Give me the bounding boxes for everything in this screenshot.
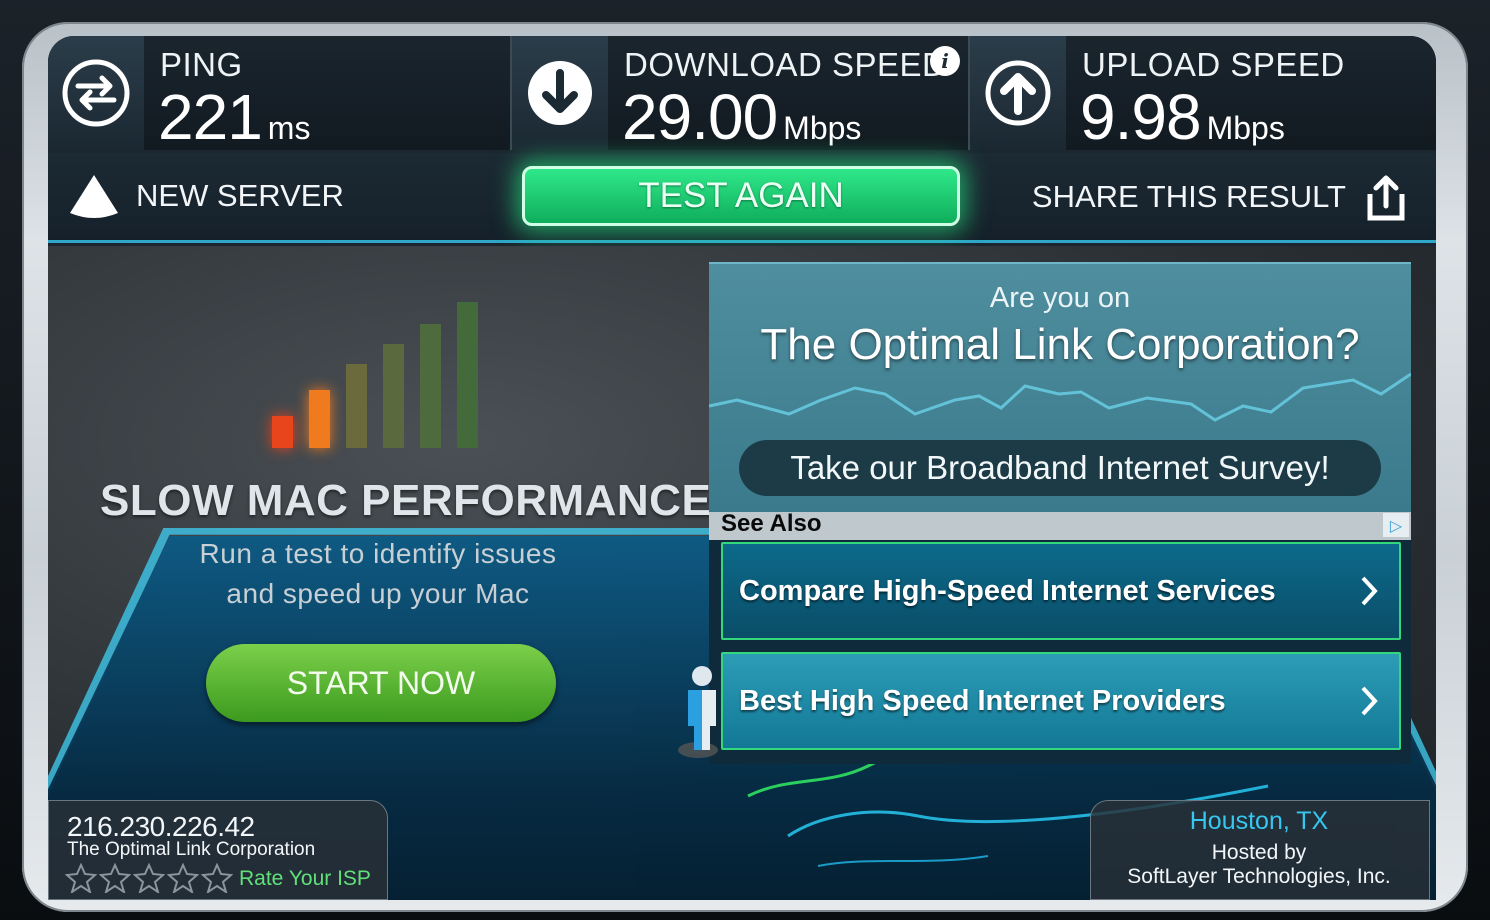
signal-bar — [309, 390, 330, 448]
share-label: SHARE THIS RESULT — [1031, 179, 1346, 214]
upload-number: 9.98 — [1080, 81, 1202, 153]
rating-stars[interactable] — [65, 863, 233, 893]
rate-isp-link[interactable]: Rate Your ISP — [239, 867, 371, 891]
see-also-heading: See Also — [721, 510, 822, 537]
action-bar: NEW SERVER TEST AGAIN SHARE THIS RESULT — [48, 153, 1436, 243]
test-again-button[interactable]: TEST AGAIN — [522, 166, 960, 226]
star-icon — [133, 863, 165, 893]
download-text: DOWNLOAD SPEED 29.00 Mbps i — [608, 36, 968, 153]
upload-text: UPLOAD SPEED 9.98 Mbps — [1066, 36, 1436, 153]
ping-stat: PING 221 ms — [48, 36, 510, 153]
server-info-panel: Houston, TX Hosted by SoftLayer Technolo… — [1090, 800, 1430, 900]
link-label: Compare High-Speed Internet Services — [739, 574, 1276, 607]
star-icon — [201, 863, 233, 893]
upload-stat: UPLOAD SPEED 9.98 Mbps — [970, 36, 1436, 153]
signal-bar — [457, 302, 478, 448]
upload-arrow-icon — [970, 36, 1066, 150]
upload-value: 9.98 Mbps — [1080, 80, 1285, 154]
star-icon — [167, 863, 199, 893]
ping-number: 221 — [158, 81, 263, 153]
results-header: PING 221 ms DOWNLOAD SPEED 29.00 Mbps i … — [48, 36, 1436, 153]
best-providers-link[interactable]: Best High Speed Internet Providers — [721, 652, 1401, 750]
download-number: 29.00 — [622, 81, 778, 153]
ad-question-big: The Optimal Link Corporation? — [760, 320, 1360, 369]
download-stat: DOWNLOAD SPEED 29.00 Mbps i — [512, 36, 968, 153]
ad-choices-icon[interactable]: ▷ — [1383, 513, 1409, 537]
download-arrow-icon — [512, 36, 608, 150]
speedtest-screen: PING 221 ms DOWNLOAD SPEED 29.00 Mbps i … — [48, 36, 1436, 900]
client-info-panel: 216.230.226.42 The Optimal Link Corporat… — [48, 800, 388, 900]
ping-value: 221 ms — [158, 80, 310, 154]
star-icon — [99, 863, 131, 893]
info-icon-glyph: i — [941, 49, 949, 73]
signal-bar — [272, 416, 293, 448]
upload-unit: Mbps — [1206, 110, 1285, 146]
compare-internet-link[interactable]: Compare High-Speed Internet Services — [721, 542, 1401, 640]
exchange-arrows-icon — [48, 36, 144, 150]
server-city: Houston, TX — [1189, 807, 1329, 835]
upload-label: UPLOAD SPEED — [1082, 46, 1345, 83]
person-marker-icon — [678, 664, 722, 760]
share-result-button[interactable]: SHARE THIS RESULT — [1032, 169, 1408, 225]
chevron-right-icon — [1361, 686, 1378, 716]
ping-text: PING 221 ms — [144, 36, 510, 153]
signal-bars-icon — [272, 302, 492, 448]
host-name: SoftLayer Technologies, Inc. — [1127, 865, 1391, 888]
signal-bar — [420, 324, 441, 448]
isp-survey-ad[interactable]: Are you on The Optimal Link Corporation?… — [709, 262, 1411, 512]
app-window: PING 221 ms DOWNLOAD SPEED 29.00 Mbps i … — [0, 0, 1490, 920]
chevron-right-icon — [1361, 576, 1378, 606]
download-label: DOWNLOAD SPEED — [624, 46, 947, 83]
ping-label: PING — [160, 46, 243, 83]
ad-subtitle-line1: Run a test to identify issues — [199, 538, 557, 569]
star-icon — [65, 863, 97, 893]
share-icon — [1367, 175, 1405, 221]
hosted-by-label: Hosted by — [1211, 841, 1307, 864]
ad-question-small: Are you on — [989, 282, 1131, 314]
map-stage: SLOW MAC PERFORMANCE? Run a test to iden… — [48, 246, 1436, 900]
new-server-label: NEW SERVER — [136, 178, 344, 213]
start-now-button[interactable]: START NOW — [206, 644, 556, 722]
triangle-icon — [70, 175, 118, 218]
isp-name: The Optimal Link Corporation — [67, 839, 316, 860]
ad-subtitle-line2: and speed up your Mac — [226, 578, 530, 609]
ad-title: SLOW MAC PERFORMANCE? — [100, 476, 739, 525]
signal-bar — [383, 344, 404, 448]
see-also-panel: See Also ▷ Compare High-Speed Internet S… — [709, 510, 1411, 764]
survey-button[interactable]: Take our Broadband Internet Survey! — [739, 440, 1381, 496]
signal-bar — [346, 364, 367, 448]
info-icon[interactable]: i — [930, 46, 960, 76]
ping-unit: ms — [267, 110, 311, 146]
new-server-button[interactable]: NEW SERVER — [68, 171, 344, 221]
link-label: Best High Speed Internet Providers — [739, 684, 1226, 717]
download-value: 29.00 Mbps — [622, 80, 861, 154]
download-unit: Mbps — [783, 110, 862, 146]
